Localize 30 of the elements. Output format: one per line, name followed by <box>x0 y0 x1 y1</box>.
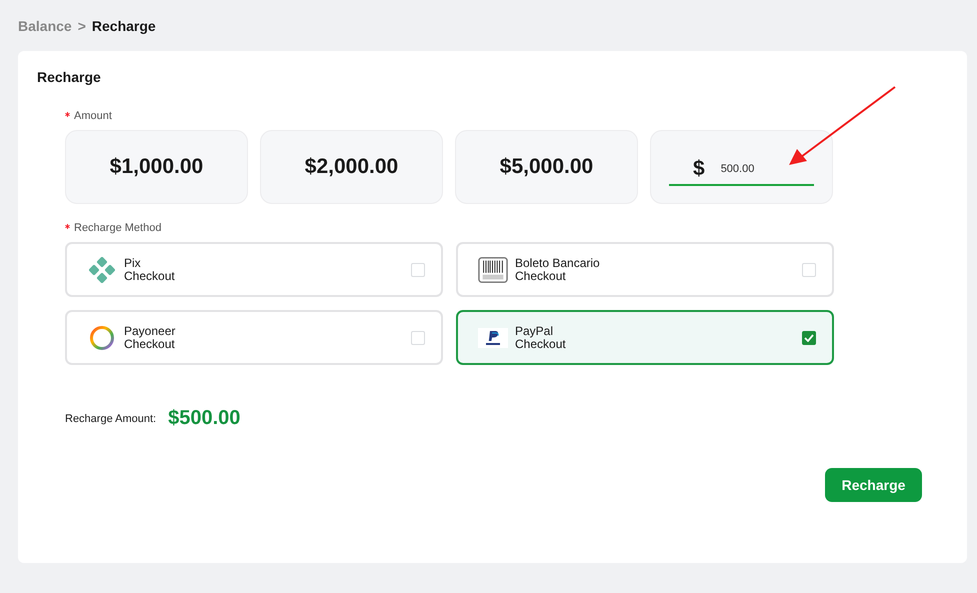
payment-method-option[interactable]: Pix Checkout <box>65 242 443 297</box>
breadcrumb-current: Recharge <box>92 18 156 34</box>
recharge-amount-label: Recharge Amount: <box>65 412 156 424</box>
breadcrumb-separator: > <box>78 18 86 34</box>
method-subtitle: Checkout <box>124 338 175 350</box>
custom-amount-input[interactable]: 500.00 <box>720 163 801 175</box>
method-subtitle: Checkout <box>515 270 567 282</box>
recharge-button[interactable]: Recharge <box>825 468 922 502</box>
payment-method-option[interactable]: Payoneer Checkout <box>65 310 443 365</box>
method-name: Pix <box>124 256 142 270</box>
method-name: PayPal <box>515 324 554 338</box>
payment-method-option[interactable]: PayPal Checkout <box>456 310 834 365</box>
method-name: Boleto Bancario <box>515 256 601 270</box>
amount-option[interactable]: $2,000.00 <box>260 130 443 204</box>
barcode-icon <box>478 256 508 284</box>
p-logo-icon <box>478 328 508 348</box>
checkbox[interactable] <box>802 330 816 344</box>
amount-option[interactable]: $1,000.00 <box>65 130 248 204</box>
recharge-method-label: Recharge Method <box>74 222 162 234</box>
ring-logo-icon <box>87 324 117 350</box>
method-name: Payoneer <box>124 324 176 338</box>
recharge-amount-value: $500.00 <box>168 407 240 430</box>
diamond-logo-icon <box>87 256 117 282</box>
payment-method-option[interactable]: Boleto Bancario Checkout <box>456 242 834 297</box>
amount-option[interactable]: $5,000.00 <box>455 130 638 204</box>
currency-symbol: $ <box>692 157 706 181</box>
card-title: Recharge <box>37 69 102 85</box>
amount-label: Amount <box>74 110 112 122</box>
method-subtitle: Checkout <box>124 270 176 282</box>
method-subtitle: Checkout <box>515 338 567 350</box>
